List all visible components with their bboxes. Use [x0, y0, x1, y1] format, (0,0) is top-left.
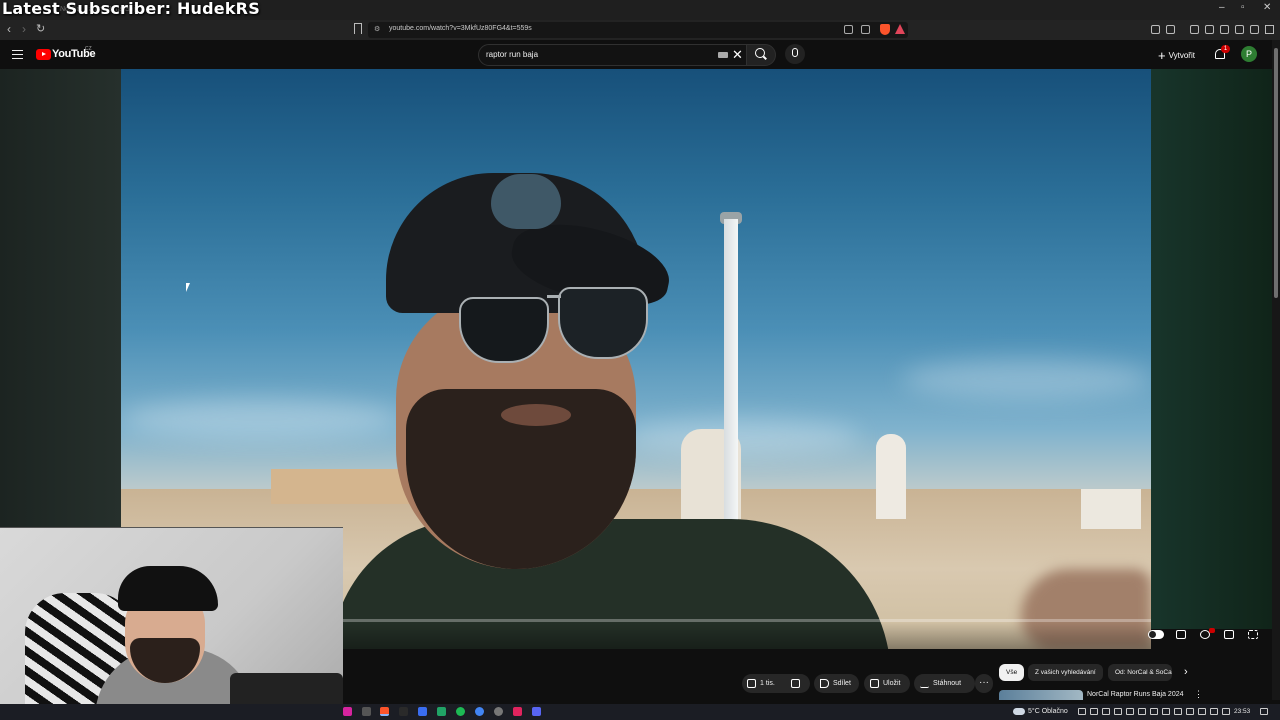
- excel-icon[interactable]: [437, 707, 446, 716]
- chip-from-channel[interactable]: Od: NorCal & SoCal: [1108, 664, 1172, 681]
- video-scene-cloud: [901, 359, 1151, 399]
- tray-icon[interactable]: [1150, 708, 1158, 715]
- share-page-icon[interactable]: [861, 25, 870, 34]
- close-window-button[interactable]: ✕: [1263, 2, 1271, 13]
- fullscreen-icon[interactable]: [1248, 630, 1258, 639]
- hd-badge: [1209, 628, 1215, 633]
- cloud-weather-icon[interactable]: [1013, 708, 1025, 715]
- clear-search-icon[interactable]: ✕: [732, 47, 743, 63]
- leo-ai-icon[interactable]: [1235, 25, 1244, 34]
- tray-icon[interactable]: [1138, 708, 1146, 715]
- video-person-cap-patch: [491, 174, 561, 229]
- extension-icon[interactable]: [1151, 25, 1160, 34]
- tray-icon[interactable]: [1102, 708, 1110, 715]
- more-actions-button[interactable]: ···: [975, 674, 993, 693]
- windows-taskbar: [0, 704, 1280, 720]
- mic-icon[interactable]: [792, 48, 798, 57]
- guide-menu-icon[interactable]: [12, 50, 23, 59]
- like-count[interactable]: 1 tis.: [760, 674, 775, 693]
- scrollbar-thumb[interactable]: [1274, 48, 1278, 298]
- subtitles-icon[interactable]: [1176, 630, 1186, 639]
- country-code: CZ: [85, 46, 92, 52]
- notification-center-icon[interactable]: [1260, 708, 1268, 715]
- download-icon: [920, 679, 929, 688]
- discord-icon[interactable]: [532, 707, 541, 716]
- menu-icon[interactable]: [1265, 25, 1274, 34]
- plus-icon: +: [1158, 48, 1166, 63]
- save-playlist-icon: [870, 679, 879, 688]
- recommended-video-menu-icon[interactable]: ⋮: [1194, 689, 1203, 700]
- tray-icon[interactable]: [1126, 708, 1134, 715]
- chip-from-searches[interactable]: Z vašich vyhledávání: [1028, 664, 1103, 681]
- video-scene-building: [1081, 489, 1141, 529]
- media-icon[interactable]: [1190, 25, 1199, 34]
- webcam-overlay: [0, 527, 343, 720]
- tray-icon[interactable]: [1186, 708, 1194, 715]
- share-icon: [820, 679, 829, 688]
- network-icon[interactable]: [1210, 708, 1218, 715]
- video-scene-building: [876, 434, 906, 519]
- weather-widget[interactable]: 5°C Oblačno: [1028, 708, 1068, 715]
- miniplayer-icon[interactable]: [1224, 630, 1234, 639]
- site-info-icon[interactable]: ⚙: [374, 25, 380, 33]
- obs-icon[interactable]: [494, 707, 503, 716]
- vpn-icon[interactable]: [1250, 25, 1259, 34]
- create-button[interactable]: + Vytvořit: [1158, 48, 1195, 63]
- tab-groups-icon[interactable]: [1220, 25, 1229, 34]
- video-scene-cloud: [121, 399, 401, 439]
- minimize-button[interactable]: –: [1219, 2, 1225, 13]
- tray-icon[interactable]: [1162, 708, 1170, 715]
- create-label: Vytvořit: [1168, 51, 1195, 60]
- instagram-app-icon[interactable]: [343, 707, 352, 716]
- chrome-icon[interactable]: [475, 707, 484, 716]
- ambient-glow-left: [0, 69, 122, 529]
- webcam-person-cap: [118, 566, 218, 611]
- notification-badge: 1: [1221, 45, 1230, 53]
- search-icon[interactable]: [755, 48, 765, 58]
- thumbs-up-icon[interactable]: [747, 679, 756, 688]
- thumbs-down-icon[interactable]: [791, 679, 800, 688]
- tray-icon[interactable]: [1174, 708, 1182, 715]
- ambient-glow-right: [1150, 69, 1272, 629]
- reload-icon[interactable]: ↻: [36, 22, 45, 35]
- back-arrow-icon[interactable]: ‹: [7, 22, 11, 36]
- video-person-sunglasses-right: [558, 287, 648, 359]
- chip-all[interactable]: Vše: [999, 664, 1025, 681]
- video-scene-cloud: [621, 419, 861, 454]
- avatar[interactable]: P: [1241, 46, 1257, 62]
- brave-shield-icon[interactable]: [880, 24, 890, 35]
- bookmark-icon[interactable]: [354, 23, 362, 34]
- app-icon[interactable]: [399, 707, 408, 716]
- brave-rewards-icon[interactable]: [895, 24, 905, 34]
- chips-next-arrow-icon[interactable]: ›: [1184, 666, 1188, 678]
- forward-arrow-icon[interactable]: ›: [22, 22, 26, 36]
- url-text[interactable]: youtube.com/watch?v=3MkfUz80FG4&t=559s: [389, 25, 532, 32]
- restore-button[interactable]: ▫: [1241, 2, 1245, 13]
- stream-overlay-latest-subscriber: Latest Subscriber: HudekRS: [2, 0, 260, 18]
- recommended-video-title[interactable]: NorCal Raptor Runs Baja 2024: [1087, 691, 1184, 698]
- spotify-icon[interactable]: [456, 707, 465, 716]
- taskbar-clock[interactable]: 23:53: [1234, 708, 1250, 715]
- app-icon[interactable]: [513, 707, 522, 716]
- app-icon[interactable]: [362, 707, 371, 716]
- video-person-sunglasses-bridge: [547, 295, 561, 298]
- mouse-cursor-icon: [186, 283, 192, 292]
- cast-icon[interactable]: [844, 25, 853, 34]
- tray-icon[interactable]: [1114, 708, 1122, 715]
- wallet-icon[interactable]: [1166, 25, 1175, 34]
- tray-icon[interactable]: [1198, 708, 1206, 715]
- app-icon[interactable]: [418, 707, 427, 716]
- recommended-video-thumbnail[interactable]: [999, 690, 1083, 700]
- search-query[interactable]: raptor run baja: [486, 50, 538, 59]
- tray-icon[interactable]: [1090, 708, 1098, 715]
- youtube-logo-icon[interactable]: [36, 49, 51, 60]
- video-scene-pole: [724, 219, 738, 549]
- video-person-mouth: [501, 404, 571, 426]
- brave-browser-icon[interactable]: [380, 707, 389, 716]
- volume-icon[interactable]: [1222, 708, 1230, 715]
- autoplay-toggle[interactable]: [1148, 630, 1164, 639]
- sidebar-icon[interactable]: [1205, 25, 1214, 34]
- keyboard-icon[interactable]: [718, 52, 728, 58]
- tray-icon[interactable]: [1078, 708, 1086, 715]
